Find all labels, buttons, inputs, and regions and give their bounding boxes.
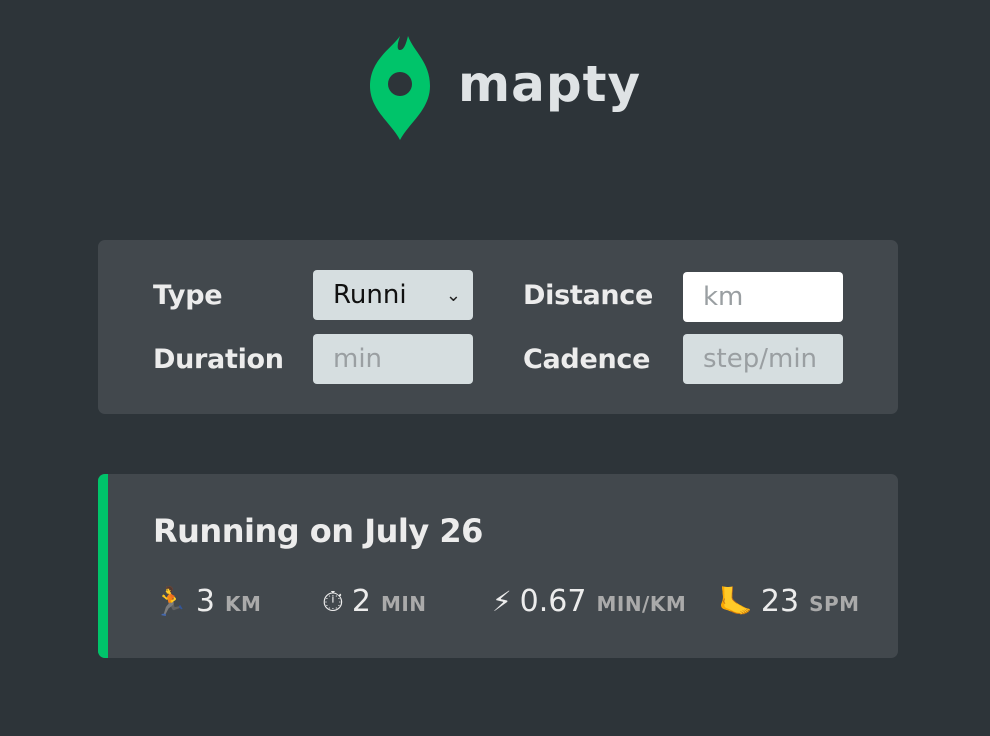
duration-unit: MIN (380, 592, 427, 616)
distance-unit: KM (224, 592, 262, 616)
runner-icon: 🏃 (153, 585, 188, 618)
type-row: Type (153, 270, 223, 320)
type-select[interactable]: Runni ⌄ (313, 270, 473, 320)
distance-field[interactable]: km (683, 272, 843, 322)
logo: mapty (370, 36, 641, 140)
workout-form: Type Runni ⌄ Distance km Duration min Ca… (98, 240, 898, 414)
cadence-field[interactable]: step/min (683, 334, 843, 384)
duration-label: Duration (153, 343, 284, 375)
distance-row: Distance (523, 270, 653, 320)
duration-field[interactable]: min (313, 334, 473, 384)
cadence-placeholder: step/min (703, 344, 818, 374)
cadence-row: Cadence (523, 334, 650, 384)
workout-detail-distance: 🏃 3 KM (153, 584, 261, 619)
type-label: Type (153, 279, 223, 311)
cadence-label: Cadence (523, 343, 651, 375)
workout-detail-pace: ⚡ 0.67 MIN/KM (492, 584, 686, 619)
brand-name: mapty (458, 55, 642, 113)
distance-placeholder: km (703, 282, 744, 312)
duration-row: Duration (153, 334, 284, 384)
distance-value: 3 (195, 584, 215, 619)
cadence-value: 23 (760, 584, 800, 619)
stopwatch-icon: ⏱ (322, 585, 344, 618)
workout-detail-cadence: 🦶 23 SPM (718, 584, 860, 619)
pace-unit: MIN/KM (596, 592, 687, 616)
chevron-down-icon: ⌄ (445, 284, 461, 306)
workout-detail-duration: ⏱ 2 MIN (322, 584, 427, 619)
workout-item[interactable]: Running on July 26 🏃 3 KM ⏱ 2 MIN ⚡ 0.67… (98, 474, 898, 658)
pace-value: 0.67 (519, 584, 587, 619)
foot-icon: 🦶 (718, 585, 753, 618)
workout-accent-bar (98, 474, 108, 658)
distance-label: Distance (523, 279, 654, 311)
workout-title: Running on July 26 (153, 512, 483, 550)
map-pin-icon (370, 36, 430, 140)
duration-value: 2 (351, 584, 371, 619)
type-select-value: Runni (333, 280, 407, 310)
lightning-icon: ⚡ (492, 585, 512, 618)
cadence-unit: SPM (809, 592, 860, 616)
duration-placeholder: min (333, 344, 383, 374)
